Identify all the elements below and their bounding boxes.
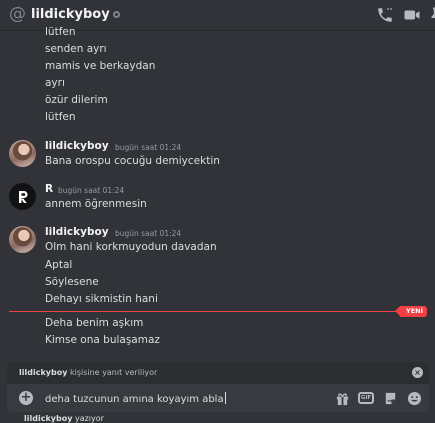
message-line: Söylesene — [45, 276, 99, 288]
message-line: Dehayı sikmistin hani — [45, 293, 158, 305]
text-caret — [224, 392, 226, 404]
upload-plus-icon[interactable]: + — [19, 391, 33, 405]
channel-name[interactable]: lildickyboy — [31, 7, 110, 22]
message-line: annem öğrenmesin — [45, 198, 147, 210]
message-author[interactable]: lildickyboy — [45, 140, 109, 152]
reply-suffix: kişisine yanıt veriliyor — [67, 368, 158, 377]
sticker-icon[interactable] — [383, 391, 398, 406]
message-composer: + deha tuzcunun amına koyayım abla GIF — [7, 384, 429, 412]
typing-indicator: lildickyboy yazıyor — [24, 414, 104, 423]
new-messages-badge: YENİ — [394, 306, 428, 317]
message-line: Deha benim aşkım — [45, 317, 144, 329]
message-line: senden ayrı — [45, 43, 107, 55]
message-author[interactable]: lildickyboy — [45, 226, 109, 238]
reply-username: lildickyboy — [19, 368, 68, 377]
message-timestamp: bugün saat 01:24 — [58, 186, 125, 195]
typing-dots-icon — [7, 417, 19, 423]
message-line: lütfen — [45, 26, 76, 38]
close-reply-icon[interactable]: × — [412, 367, 423, 378]
message-input[interactable]: deha tuzcunun amına koyayım abla — [45, 392, 226, 405]
message-input-value: deha tuzcunun amına koyayım abla — [45, 394, 224, 405]
message-author[interactable]: R — [45, 183, 53, 195]
message-line: Kimse ona bulaşamaz — [45, 334, 160, 346]
at-icon: @ — [9, 4, 26, 24]
dm-channel-view: @ lildickyboy lütfen senden ayrı mamis v… — [0, 0, 435, 423]
avatar[interactable] — [9, 226, 36, 253]
gif-button[interactable]: GIF — [358, 392, 374, 404]
r-logo-icon — [18, 190, 27, 203]
typing-suffix: yazıyor — [72, 414, 104, 423]
reply-bar: lildickyboy kişisine yanıt veriliyor × — [7, 362, 429, 384]
message-line: ayrı — [45, 77, 65, 89]
message-line: mamis ve berkaydan — [45, 60, 156, 72]
avatar[interactable] — [9, 140, 36, 167]
message-timestamp: bugün saat 01:24 — [115, 229, 182, 238]
message-line: Olm hani korkmuyodun davadan — [45, 241, 217, 253]
message-line: Bana orospu cocuğu demiycektin — [45, 155, 220, 167]
message-timestamp: bugün saat 01:24 — [115, 143, 182, 152]
status-offline-icon — [113, 11, 120, 18]
typing-username: lildickyboy — [24, 414, 73, 423]
message-line: lütfen — [45, 111, 76, 123]
emoji-icon[interactable] — [407, 391, 422, 406]
reply-indicator: lildickyboy kişisine yanıt veriliyor — [19, 368, 157, 377]
message-line: Aptal — [45, 259, 73, 271]
voice-call-icon[interactable] — [376, 6, 394, 24]
gift-icon[interactable] — [335, 391, 350, 406]
message-line: özür dilerim — [45, 94, 108, 106]
avatar[interactable] — [9, 183, 36, 210]
new-messages-divider — [9, 311, 405, 312]
pinned-messages-icon[interactable] — [427, 6, 435, 24]
video-call-icon[interactable] — [403, 6, 421, 24]
